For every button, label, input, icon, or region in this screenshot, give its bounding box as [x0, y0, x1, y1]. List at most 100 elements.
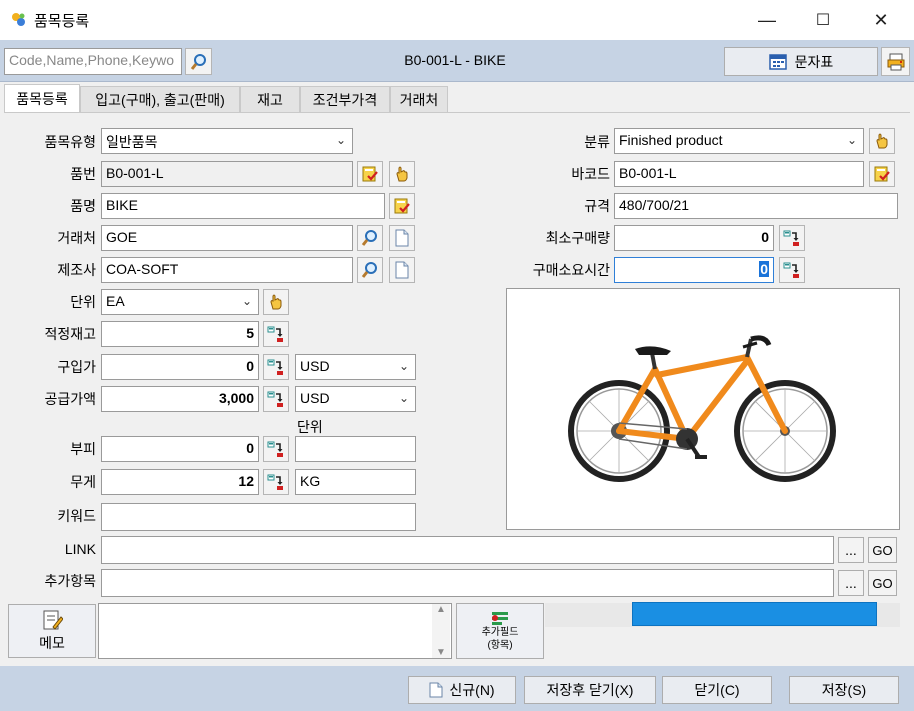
tab-bar: 품목등록 입고(구매), 출고(판매) 재고 조건부가격 거래처 [0, 84, 914, 112]
extra-go-button[interactable]: GO [868, 570, 897, 596]
close-window-button[interactable]: ✕ [852, 0, 910, 40]
calculator-arrow-icon [267, 391, 283, 407]
volume-field[interactable]: 0 [101, 436, 259, 462]
calculator-arrow-icon [267, 359, 283, 375]
maker-doc-button[interactable] [389, 257, 415, 283]
link-go-button[interactable]: GO [868, 537, 897, 563]
progress-fill [632, 602, 877, 626]
add-field-label-2: (항목) [487, 640, 513, 651]
minimize-button[interactable]: — [738, 0, 796, 40]
chevron-down-icon: ⌄ [398, 391, 409, 405]
magnifier-icon [361, 262, 377, 278]
lead-time-calc-button[interactable] [779, 257, 805, 283]
safety-stock-label: 적정재고 [44, 326, 96, 342]
close-button[interactable]: 닫기(C) [662, 676, 772, 704]
unit-hand-button[interactable] [263, 289, 289, 315]
save-button[interactable]: 저장(S) [789, 676, 899, 704]
tab-in-out[interactable]: 입고(구매), 출고(판매) [80, 86, 240, 112]
category-value: Finished product [619, 132, 723, 148]
new-button[interactable]: 신규(N) [408, 676, 516, 704]
item-no-check-button[interactable] [357, 161, 383, 187]
weight-field[interactable]: 12 [101, 469, 259, 495]
min-order-calc-button[interactable] [779, 225, 805, 251]
tab-item-registration[interactable]: 품목등록 [4, 84, 80, 112]
lead-time-field[interactable]: 0 [614, 257, 774, 283]
add-field-label-1: 추가필드 [481, 627, 519, 638]
calendar-grid-icon [768, 53, 787, 70]
window-title: 품목등록 [34, 13, 90, 30]
lead-time-label: 구매소요시간 [532, 262, 610, 278]
item-name-field[interactable]: BIKE [101, 193, 385, 219]
item-no-hand-button[interactable] [389, 161, 415, 187]
purchase-currency-select[interactable]: USD ⌄ [295, 354, 416, 380]
scroll-up-icon[interactable]: ▲ [436, 604, 446, 615]
hand-pointer-icon [270, 294, 282, 310]
weight-unit-field[interactable]: KG [295, 469, 416, 495]
scroll-down-icon[interactable]: ▼ [436, 647, 446, 658]
unit-select[interactable]: EA ⌄ [101, 289, 259, 315]
supply-currency-value: USD [300, 390, 330, 406]
new-label: 신규(N) [449, 682, 495, 698]
printer-icon [887, 53, 904, 70]
weight-calc-button[interactable] [263, 469, 289, 495]
memo-button[interactable]: 메모 [8, 604, 96, 658]
link-browse-button[interactable]: ... [838, 537, 864, 563]
supply-currency-select[interactable]: USD ⌄ [295, 386, 416, 412]
maximize-button[interactable]: ☐ [794, 0, 852, 40]
item-no-field[interactable]: B0-001-L [101, 161, 353, 187]
print-button[interactable] [881, 47, 910, 76]
category-label: 분류 [584, 134, 610, 150]
extra-browse-button[interactable]: ... [838, 570, 864, 596]
product-image-box[interactable] [506, 288, 900, 530]
purchase-price-field[interactable]: 0 [101, 354, 259, 380]
record-title: B0-001-L - BIKE [404, 52, 506, 68]
barcode-field[interactable]: B0-001-L [614, 161, 864, 187]
tab-vendors[interactable]: 거래처 [390, 86, 448, 112]
min-order-field[interactable]: 0 [614, 225, 774, 251]
add-field-icon [492, 612, 508, 625]
save-close-button[interactable]: 저장후 닫기(X) [524, 676, 656, 704]
vendor-search-button[interactable] [357, 225, 383, 251]
keyword-label: 키워드 [57, 508, 96, 524]
maker-field[interactable]: COA-SOFT [101, 257, 353, 283]
keyword-field[interactable] [101, 503, 416, 531]
barcode-check-button[interactable] [869, 161, 895, 187]
extra-field[interactable] [101, 569, 834, 597]
volume-label: 부피 [70, 441, 96, 457]
volume-unit-field[interactable] [295, 436, 416, 462]
memo-scrollbar[interactable]: ▲ ▼ [432, 604, 450, 658]
calculator-arrow-icon [267, 326, 283, 342]
search-input[interactable]: Code,Name,Phone,Keywo [4, 48, 182, 75]
tab-conditional-price[interactable]: 조건부가격 [300, 86, 390, 112]
supply-price-label: 공급가액 [44, 391, 96, 407]
category-hand-button[interactable] [869, 128, 895, 154]
maker-search-button[interactable] [357, 257, 383, 283]
supply-price-field[interactable]: 3,000 [101, 386, 259, 412]
safety-stock-field[interactable]: 5 [101, 321, 259, 347]
maker-label: 제조사 [57, 262, 96, 278]
sms-label: 문자표 [794, 53, 834, 70]
chevron-down-icon: ⌄ [335, 133, 346, 147]
item-type-select[interactable]: 일반품목 ⌄ [101, 128, 353, 154]
search-button[interactable] [185, 48, 212, 75]
item-name-check-button[interactable] [389, 193, 415, 219]
link-field[interactable] [101, 536, 834, 564]
vendor-field[interactable]: GOE [101, 225, 353, 251]
memo-edit-icon [43, 610, 63, 630]
hand-pointer-icon [876, 133, 888, 149]
tab-stock[interactable]: 재고 [240, 86, 300, 112]
purchase-price-calc-button[interactable] [263, 354, 289, 380]
memo-textarea[interactable] [98, 603, 452, 659]
sms-button[interactable]: 문자표 [724, 47, 878, 76]
category-select[interactable]: Finished product ⌄ [614, 128, 864, 154]
volume-calc-button[interactable] [263, 436, 289, 462]
add-field-button[interactable]: 추가필드 (항목) [456, 603, 544, 659]
blank-document-icon [395, 261, 409, 279]
vendor-doc-button[interactable] [389, 225, 415, 251]
supply-price-calc-button[interactable] [263, 386, 289, 412]
safety-stock-calc-button[interactable] [263, 321, 289, 347]
purchase-currency-value: USD [300, 358, 330, 374]
barcode-label: 바코드 [571, 166, 610, 182]
app-icon [12, 13, 25, 26]
spec-field[interactable]: 480/700/21 [614, 193, 898, 219]
